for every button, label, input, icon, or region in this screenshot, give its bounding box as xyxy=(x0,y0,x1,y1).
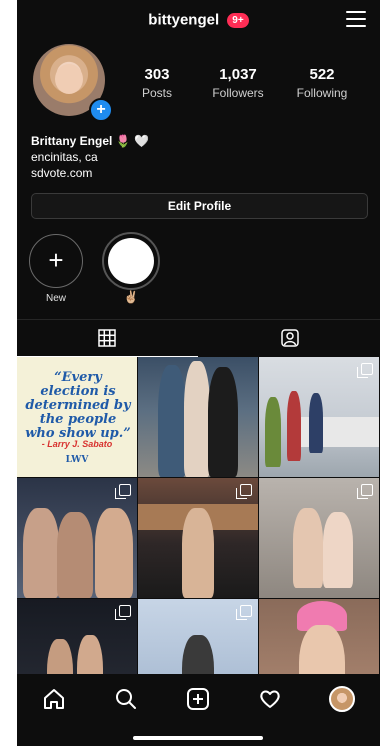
carousel-icon xyxy=(236,484,252,499)
profile-name: Brittany Engel 🌷 🤍 xyxy=(31,134,149,148)
profile-website-link[interactable]: sdvote.com xyxy=(31,165,149,181)
quote-text: “Every election is determined by the peo… xyxy=(25,370,131,441)
bottom-navigation xyxy=(17,674,380,726)
add-story-plus-icon[interactable]: + xyxy=(89,98,113,122)
new-highlight-label: New xyxy=(45,293,66,304)
story-highlight[interactable] xyxy=(102,232,160,290)
followers-count[interactable]: 1,037 Followers xyxy=(198,66,278,100)
carousel-icon xyxy=(115,605,131,620)
followers-count-value: 1,037 xyxy=(219,66,257,83)
instagram-profile-screen: bittyengel 9+ + 303 Posts 1,037 Follower… xyxy=(17,0,380,746)
edit-profile-button[interactable]: Edit Profile xyxy=(31,193,368,219)
quote-author: - Larry J. Sabato xyxy=(41,439,113,449)
tab-posts-grid[interactable] xyxy=(17,320,198,357)
following-count-label: Following xyxy=(296,86,348,100)
post-thumbnail[interactable] xyxy=(17,478,137,598)
username: bittyengel xyxy=(148,11,220,29)
followers-count-label: Followers xyxy=(212,86,264,100)
home-icon[interactable] xyxy=(41,686,67,712)
search-icon[interactable] xyxy=(113,686,139,712)
plus-icon: + xyxy=(48,245,64,275)
new-highlight-button[interactable]: + xyxy=(29,234,83,288)
profile-bio: Brittany Engel 🌷 🤍 encinitas, ca sdvote.… xyxy=(31,133,149,181)
home-indicator xyxy=(133,736,263,740)
organization-logo: LWV xyxy=(65,455,89,465)
carousel-icon xyxy=(236,605,252,620)
carousel-icon xyxy=(115,484,131,499)
hamburger-menu-icon[interactable] xyxy=(346,11,366,29)
carousel-icon xyxy=(357,363,373,378)
posts-count-value: 303 xyxy=(144,66,170,83)
post-thumbnail[interactable] xyxy=(138,478,258,598)
profile-location: encinitas, ca xyxy=(31,150,98,164)
add-post-icon[interactable] xyxy=(185,686,211,712)
highlight-cover xyxy=(108,238,154,284)
post-thumbnail[interactable] xyxy=(138,357,258,477)
tagged-person-icon xyxy=(281,329,299,347)
profile-tabs xyxy=(17,319,380,357)
username-switcher[interactable]: bittyengel 9+ xyxy=(17,11,380,29)
heart-icon[interactable] xyxy=(257,686,283,712)
carousel-icon xyxy=(357,484,373,499)
posts-count[interactable]: 303 Posts xyxy=(117,66,197,100)
post-thumbnail[interactable]: “Every election is determined by the peo… xyxy=(17,357,137,477)
tab-tagged[interactable] xyxy=(199,320,380,356)
post-thumbnail[interactable] xyxy=(259,357,379,477)
highlight-label: ✌🏼 xyxy=(123,290,139,304)
top-bar: bittyengel 9+ xyxy=(17,0,380,42)
following-count-value: 522 xyxy=(309,66,335,83)
profile-avatar-icon[interactable] xyxy=(329,686,355,712)
posts-count-label: Posts xyxy=(141,86,172,100)
avatar-face xyxy=(55,64,83,94)
following-count[interactable]: 522 Following xyxy=(282,66,362,100)
notification-badge: 9+ xyxy=(227,12,249,28)
grid-icon xyxy=(98,329,116,347)
post-thumbnail[interactable] xyxy=(259,478,379,598)
